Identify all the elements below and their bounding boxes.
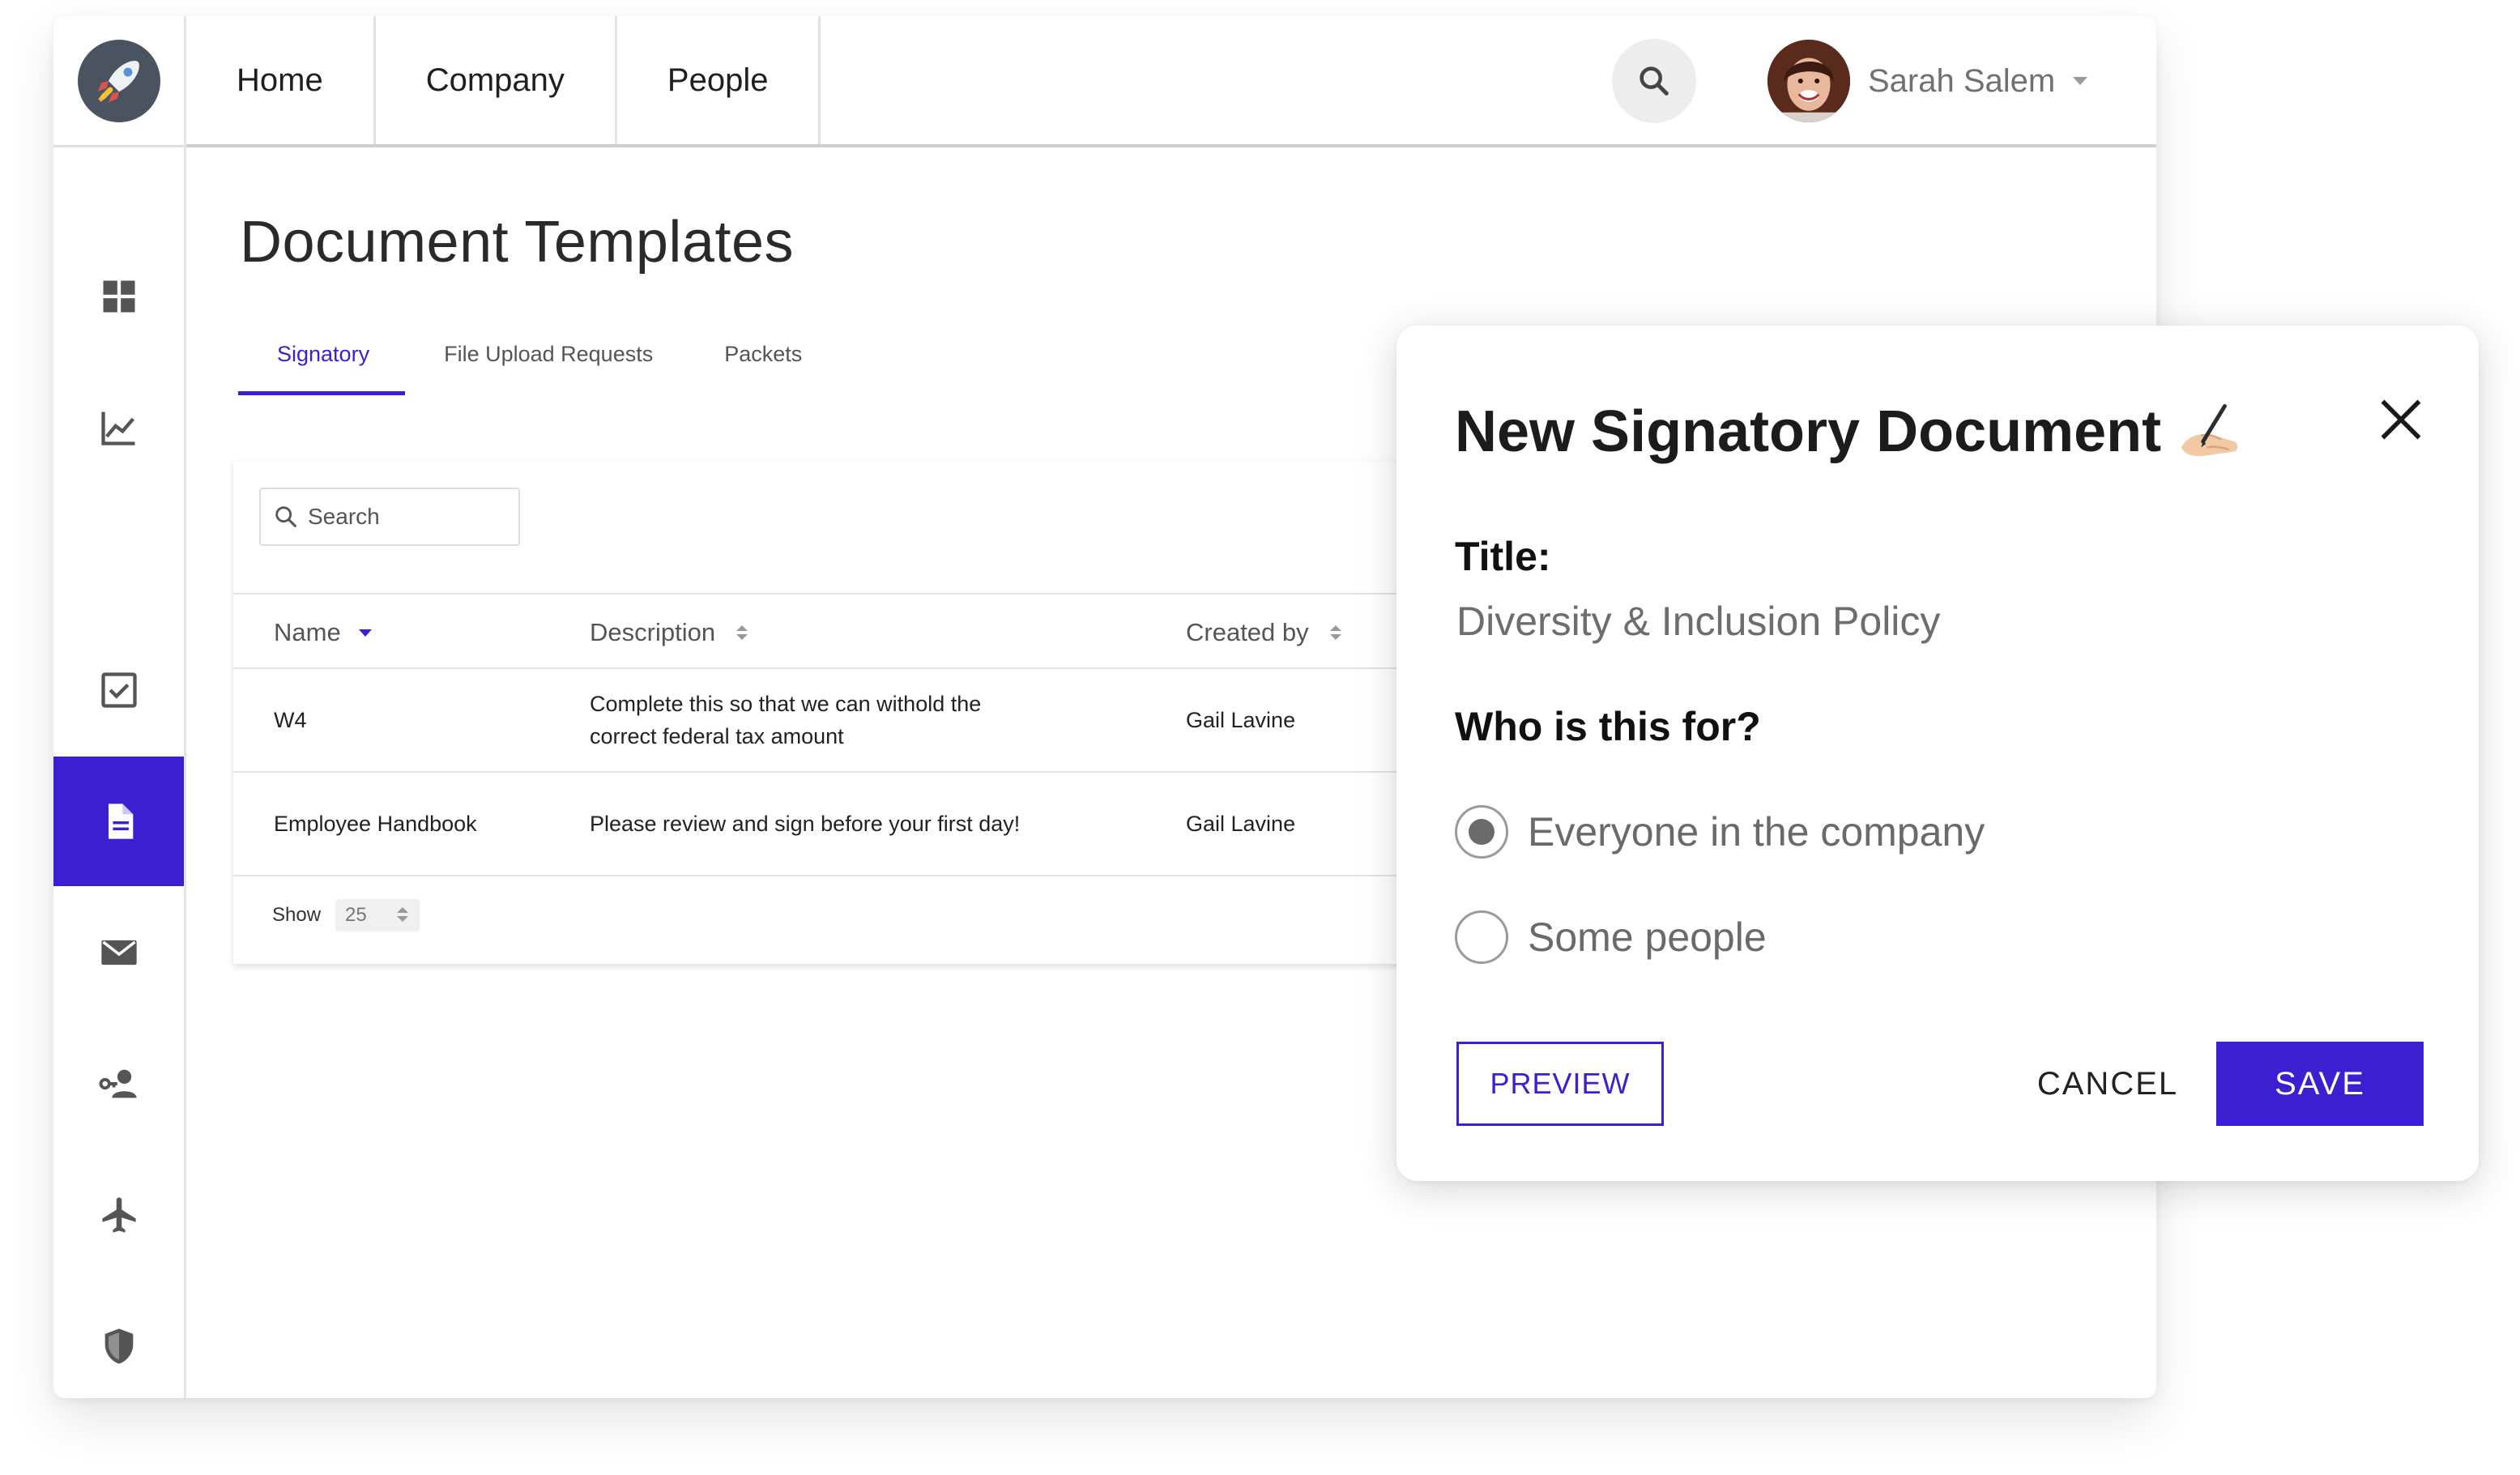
rail-item-travel[interactable] <box>53 1150 184 1280</box>
column-header-created-by[interactable]: Created by <box>1186 595 1341 671</box>
shield-icon <box>104 1328 133 1364</box>
page-title: Document Templates <box>240 210 794 275</box>
dashboard-icon <box>103 280 134 313</box>
option-everyone[interactable]: Everyone in the company <box>1455 805 1985 859</box>
page-size-control: Show 25 <box>272 899 420 931</box>
cell-created-by: Gail Lavine <box>1186 708 1296 732</box>
new-signatory-document-dialog: New Signatory Document Title: Diversity … <box>1396 326 2479 1181</box>
cell-created-by: Gail Lavine <box>1186 812 1296 836</box>
writing-hand-icon <box>2181 403 2238 457</box>
sort-descending-icon <box>358 629 372 637</box>
nav-item-home[interactable]: Home <box>186 16 376 144</box>
cell-description: Please review and sign before your first… <box>590 812 1021 836</box>
close-icon <box>2381 399 2421 440</box>
page-size-select[interactable]: 25 <box>335 899 420 931</box>
search-input[interactable]: Search <box>259 488 520 546</box>
rail-item-documents[interactable] <box>53 757 184 886</box>
sidebar-rail <box>53 16 186 1398</box>
close-button[interactable] <box>2377 395 2425 444</box>
stepper-icon <box>397 907 409 922</box>
document-icon <box>108 804 133 839</box>
rail-item-dashboard[interactable] <box>53 232 184 361</box>
option-some-people[interactable]: Some people <box>1455 910 1767 964</box>
user-menu[interactable]: Sarah Salem <box>1767 39 2088 123</box>
sort-icon <box>1329 625 1341 640</box>
save-button[interactable]: SAVE <box>2216 1042 2424 1126</box>
nav-item-company[interactable]: Company <box>376 16 617 144</box>
chevron-down-icon <box>2073 77 2088 85</box>
table-header: Name Description Created by <box>233 593 1465 669</box>
rail-item-tasks[interactable] <box>53 625 184 755</box>
tabs: Signatory File Upload Requests Packets <box>238 327 873 395</box>
title-value[interactable]: Diversity & Inclusion Policy <box>1456 598 1940 645</box>
rocket-icon[interactable] <box>77 39 160 122</box>
checkbox-task-icon <box>100 672 137 708</box>
tab-file-upload-requests[interactable]: File Upload Requests <box>444 327 653 395</box>
cell-description: Complete this so that we can withold the… <box>590 692 982 748</box>
mail-icon <box>100 940 137 966</box>
column-header-name[interactable]: Name <box>274 595 372 671</box>
airplane-icon <box>101 1197 136 1233</box>
dialog-title: New Signatory Document <box>1455 399 2241 465</box>
radio-some-people[interactable] <box>1455 910 1508 964</box>
search-placeholder: Search <box>308 504 380 529</box>
sort-icon <box>736 625 748 640</box>
avatar <box>1767 40 1850 122</box>
rail-item-access[interactable] <box>53 1019 184 1149</box>
preview-button[interactable]: PREVIEW <box>1456 1042 1664 1126</box>
cancel-button[interactable]: CANCEL <box>1978 1042 2237 1126</box>
search-icon <box>1639 66 1669 96</box>
user-name: Sarah Salem <box>1868 62 2056 99</box>
table-row[interactable]: W4 Complete this so that we can withold … <box>233 669 1465 773</box>
nav-item-people[interactable]: People <box>617 16 821 144</box>
rail-logo-area <box>53 16 184 147</box>
show-label: Show <box>272 904 322 926</box>
search-button[interactable] <box>1612 39 1696 123</box>
audience-label: Who is this for? <box>1455 704 1761 749</box>
radio-everyone[interactable] <box>1455 805 1508 859</box>
top-navigation: Home Company People Sarah Salem <box>186 16 2156 147</box>
rail-item-analytics[interactable] <box>53 363 184 492</box>
title-label: Title: <box>1455 534 1551 579</box>
templates-table-card: Search Name Description Created by W4 Co… <box>233 462 1465 964</box>
analytics-chart-icon <box>100 411 134 445</box>
tab-signatory[interactable]: Signatory <box>238 327 406 395</box>
tab-packets[interactable]: Packets <box>724 327 802 395</box>
rail-item-security[interactable] <box>53 1281 184 1398</box>
table-row[interactable]: Employee Handbook Please review and sign… <box>233 773 1465 876</box>
cell-name: W4 <box>274 708 307 732</box>
cell-name: Employee Handbook <box>274 812 477 836</box>
column-header-description[interactable]: Description <box>590 595 748 671</box>
rail-item-mail[interactable] <box>53 888 184 1017</box>
key-user-icon <box>99 1069 137 1098</box>
search-icon <box>275 506 296 527</box>
